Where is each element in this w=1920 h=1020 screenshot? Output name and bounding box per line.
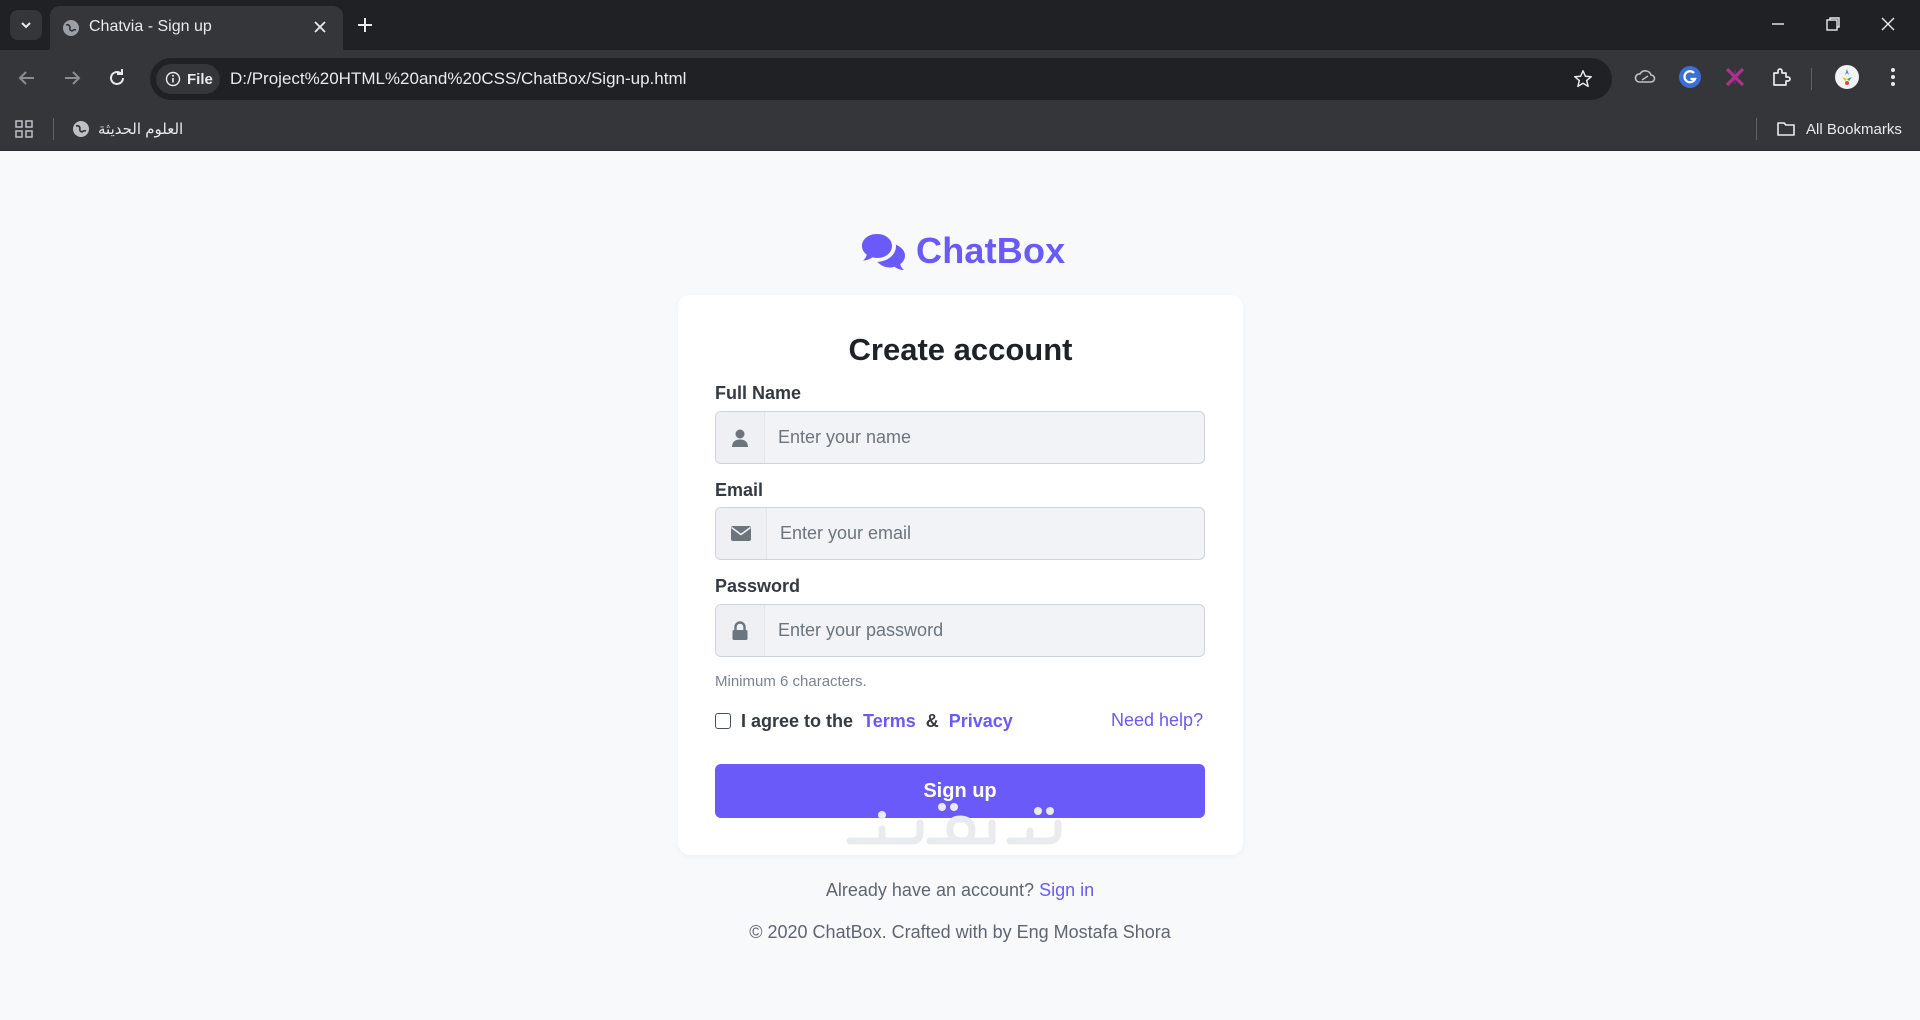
new-tab-icon[interactable] [354, 14, 376, 36]
brand-logo[interactable]: ChatBox [860, 228, 1065, 274]
active-tab[interactable]: Chatvia - Sign up [50, 6, 343, 50]
extension-x-icon[interactable] [1722, 64, 1748, 90]
tab-strip: Chatvia - Sign up [0, 0, 1920, 50]
site-info-chip[interactable]: File [156, 64, 220, 94]
agree-row: I agree to the Terms & Privacy [715, 709, 1013, 733]
chip-label: File [187, 70, 213, 88]
folder-icon [1777, 122, 1795, 136]
password-hint: Minimum 6 characters. [715, 673, 867, 690]
close-window-icon[interactable] [1876, 12, 1900, 36]
info-icon [165, 71, 181, 87]
bookmark-item[interactable]: العلوم الحديثة [72, 116, 183, 142]
profile-avatar-icon[interactable] [1834, 64, 1860, 90]
extension-cloud-icon[interactable] [1632, 64, 1658, 90]
reload-icon[interactable] [105, 66, 129, 90]
tab-search-button[interactable] [10, 10, 42, 40]
url-text[interactable]: D:/Project%20HTML%20and%20CSS/ChatBox/Si… [230, 69, 686, 89]
terms-link[interactable]: Terms [863, 711, 916, 732]
bookmarks-bar: العلوم الحديثة All Bookmarks [0, 107, 1920, 151]
apps-grid-icon[interactable] [14, 119, 34, 139]
copyright-text: © 2020 ChatBox. Crafted with by Eng Most… [749, 922, 1171, 942]
ampersand: & [925, 710, 939, 731]
comments-icon [862, 234, 905, 270]
address-bar[interactable]: File D:/Project%20HTML%20and%20CSS/ChatB… [150, 58, 1612, 100]
agree-text: I agree to the [741, 710, 854, 731]
privacy-link[interactable]: Privacy [949, 711, 1013, 732]
tab-title: Chatvia - Sign up [89, 18, 212, 35]
bookmarks-separator [53, 118, 54, 140]
have-account-line: Already have an account? Sign in [0, 880, 1920, 901]
bookmarks-separator [1756, 118, 1757, 140]
grammarly-icon[interactable] [1677, 64, 1703, 90]
have-account-text: Already have an account? [825, 880, 1035, 900]
all-bookmarks-button[interactable]: All Bookmarks [1776, 116, 1902, 142]
restore-icon[interactable] [1821, 12, 1845, 36]
need-help-link[interactable]: Need help? [1111, 710, 1203, 731]
chevron-down-icon [21, 22, 31, 29]
brand-name: ChatBox [916, 230, 1066, 271]
menu-kebab-icon[interactable] [1880, 64, 1906, 90]
forward-icon[interactable] [60, 66, 84, 90]
watermark-logo [846, 803, 1062, 845]
bookmark-label: العلوم الحديثة [98, 121, 184, 138]
globe-icon [73, 121, 89, 137]
extensions-puzzle-icon[interactable] [1768, 64, 1794, 90]
sign-in-link[interactable]: Sign in [1039, 880, 1094, 900]
page-viewport: ChatBox Create account Full Name Enter y… [0, 151, 1920, 1020]
close-tab-icon[interactable] [311, 18, 329, 36]
browser-toolbar: File D:/Project%20HTML%20and%20CSS/ChatB… [0, 50, 1920, 107]
all-bookmarks-label: All Bookmarks [1806, 120, 1902, 138]
agree-checkbox[interactable] [715, 713, 731, 729]
globe-icon [63, 20, 79, 36]
bookmark-star-icon[interactable] [1572, 68, 1594, 90]
card-lower-section: Minimum 6 characters. I agree to the Ter… [678, 295, 1243, 855]
minimize-icon[interactable] [1766, 12, 1790, 36]
back-icon[interactable] [15, 66, 39, 90]
toolbar-separator [1811, 68, 1812, 90]
